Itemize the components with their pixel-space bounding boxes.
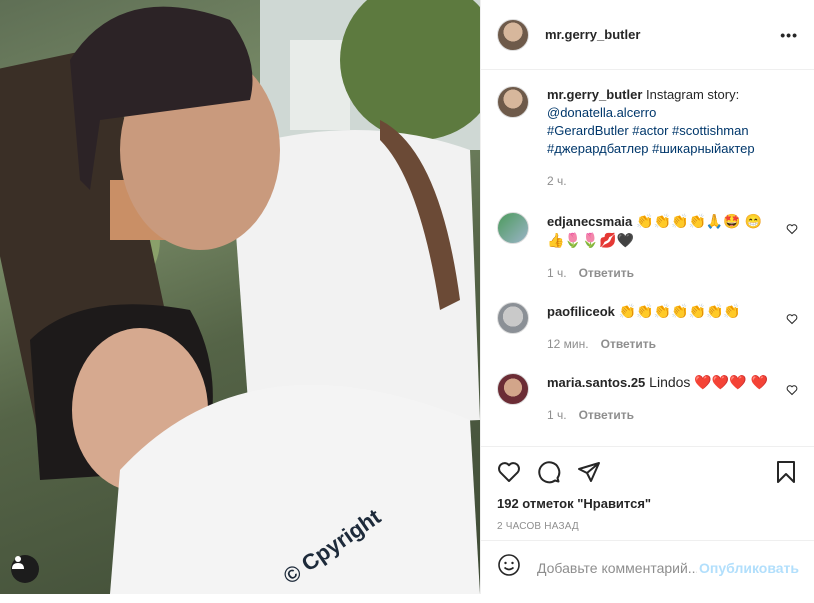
bookmark-icon[interactable] <box>774 460 798 484</box>
post-side-panel: mr.gerry_butler ••• mr.gerry_butler Inst… <box>480 0 814 594</box>
caption-text: Instagram story: <box>642 87 740 102</box>
caption-username[interactable]: mr.gerry_butler <box>547 87 642 102</box>
comment-time[interactable]: 1 ч. <box>547 406 567 424</box>
post-photo[interactable]: © Cpyright <box>0 0 480 594</box>
emoji-icon[interactable] <box>497 553 521 582</box>
comment-username[interactable]: edjanecsmaia <box>547 214 632 229</box>
comment-icon[interactable] <box>537 460 561 484</box>
comment-like-heart-icon[interactable] <box>786 312 798 330</box>
post-header: mr.gerry_butler ••• <box>481 0 814 70</box>
comments-list: mr.gerry_butler Instagram story: @donate… <box>481 70 814 446</box>
photo-illustration: © Cpyright <box>0 0 480 594</box>
heart-icon[interactable] <box>497 460 521 484</box>
user-icon <box>12 556 24 569</box>
reply-button[interactable]: Ответить <box>601 335 656 353</box>
comment-avatar[interactable] <box>497 302 529 334</box>
more-horizontal-icon[interactable]: ••• <box>780 27 798 43</box>
comment-text: Lindos ❤️❤️❤️ ❤️ <box>645 374 768 390</box>
caption-hashtags-2[interactable]: #джерардбатлер #шикарныйактер <box>547 141 755 156</box>
caption-mention[interactable]: @donatella.alcerro <box>547 105 656 120</box>
comment-like-heart-icon[interactable] <box>786 383 798 401</box>
reply-button[interactable]: Ответить <box>579 264 634 282</box>
comment-item: maria.santos.25 Lindos ❤️❤️❤️ ❤️ 1 ч. От… <box>497 373 798 424</box>
comment-input[interactable] <box>535 558 700 577</box>
comment-username[interactable]: maria.santos.25 <box>547 375 645 390</box>
comment-item: paofiliceok 👏👏👏👏👏👏👏 12 мин. Ответить <box>497 302 798 353</box>
caption-avatar[interactable] <box>497 86 529 118</box>
comment-like-heart-icon[interactable] <box>786 222 798 240</box>
share-icon[interactable] <box>577 460 601 484</box>
caption-meta: 2 ч. <box>547 172 770 190</box>
reply-button[interactable]: Ответить <box>579 406 634 424</box>
comment-time[interactable]: 12 мин. <box>547 335 589 353</box>
comment-avatar[interactable] <box>497 212 529 244</box>
post-caption: mr.gerry_butler Instagram story: @donate… <box>497 86 798 190</box>
author-username[interactable]: mr.gerry_butler <box>545 27 640 42</box>
caption-time[interactable]: 2 ч. <box>547 172 567 190</box>
caption-hashtags-1[interactable]: #GerardButler #actor #scottishman <box>547 123 749 138</box>
user-tag-button[interactable] <box>11 555 39 583</box>
action-icons-bar <box>497 457 798 487</box>
comment-avatar[interactable] <box>497 373 529 405</box>
comment-username[interactable]: paofiliceok <box>547 304 615 319</box>
comment-item: edjanecsmaia 👏👏👏👏🙏🤩 😁👍🌷🌷💋🖤 1 ч. Ответить <box>497 212 798 282</box>
add-comment-bar: Опубликовать <box>481 540 814 594</box>
comment-time[interactable]: 1 ч. <box>547 264 567 282</box>
likes-count[interactable]: 192 отметок "Нравится" <box>497 496 798 511</box>
comment-text: 👏👏👏👏👏👏👏 <box>614 303 741 319</box>
post-comment-button[interactable]: Опубликовать <box>699 560 799 576</box>
post-timestamp[interactable]: 2 ЧАСОВ НАЗАД <box>497 521 798 532</box>
author-avatar[interactable] <box>497 18 529 51</box>
